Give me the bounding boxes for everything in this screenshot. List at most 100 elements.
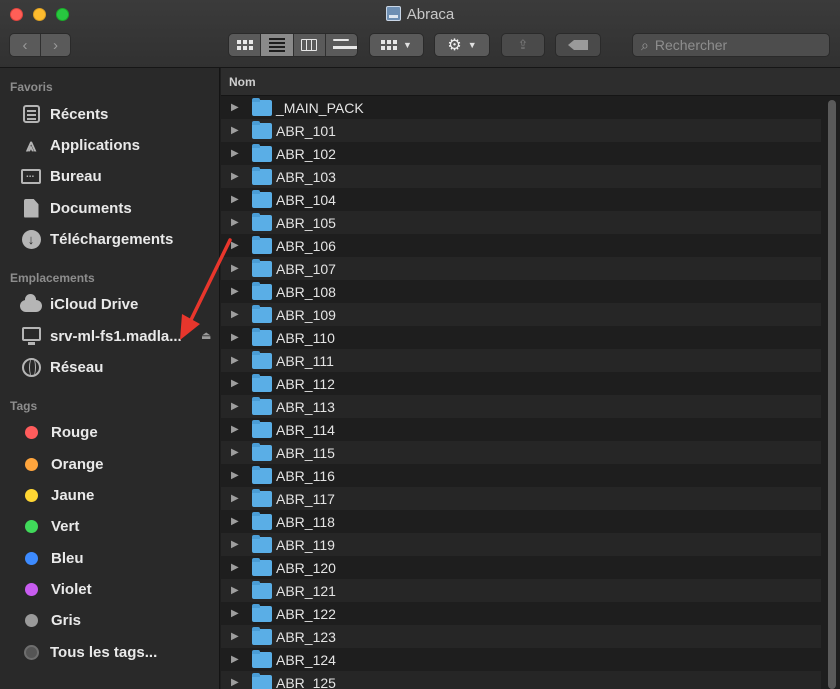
back-button[interactable]: ‹ [10, 34, 40, 56]
table-row[interactable]: ▶ ABR_118 [221, 510, 821, 533]
icon-view-button[interactable] [229, 34, 260, 56]
disclosure-triangle-icon[interactable]: ▶ [231, 677, 240, 688]
sidebar-tag-red[interactable]: Rouge [20, 420, 98, 444]
share-button[interactable]: ⇪ [501, 33, 545, 57]
disclosure-triangle-icon[interactable]: ▶ [231, 125, 240, 136]
disclosure-triangle-icon[interactable]: ▶ [231, 148, 240, 159]
sidebar-item-label: Violet [51, 580, 92, 598]
folder-icon [252, 373, 272, 392]
disclosure-triangle-icon[interactable]: ▶ [231, 102, 240, 113]
disclosure-triangle-icon[interactable]: ▶ [231, 516, 240, 527]
table-row[interactable]: ▶ ABR_103 [221, 165, 821, 188]
window-title-text: Abraca [406, 6, 455, 23]
disclosure-triangle-icon[interactable]: ▶ [231, 171, 240, 182]
sidebar-item-applications[interactable]: ⩓ Applications [20, 133, 140, 157]
table-row[interactable]: ▶ ABR_114 [221, 418, 821, 441]
table-row[interactable]: ▶ ABR_123 [221, 625, 821, 648]
sidebar-tag-gray[interactable]: Gris [20, 608, 81, 632]
sidebar-item-network[interactable]: Réseau [20, 355, 103, 379]
disclosure-triangle-icon[interactable]: ▶ [231, 401, 240, 412]
file-rows: ▶ _MAIN_PACK ▶ ABR_101 ▶ ABR_102 ▶ ABR_103 ▶ ABR_… [221, 96, 840, 689]
disclosure-triangle-icon[interactable]: ▶ [231, 562, 240, 573]
sidebar-item-label: Téléchargements [50, 230, 174, 248]
disclosure-triangle-icon[interactable]: ▶ [231, 631, 240, 642]
sidebar-tag-purple[interactable]: Violet [20, 577, 92, 601]
icloud-icon [20, 294, 42, 312]
chevron-down-icon: ▼ [403, 40, 412, 50]
search-input[interactable] [654, 37, 825, 53]
sidebar-tag-orange[interactable]: Orange [20, 452, 104, 476]
sidebar-item-documents[interactable]: Documents [20, 196, 132, 220]
file-name: ABR_106 [276, 237, 336, 254]
table-row[interactable]: ▶ ABR_121 [221, 579, 821, 602]
table-row[interactable]: ▶ ABR_108 [221, 280, 821, 303]
table-row[interactable]: ▶ ABR_116 [221, 464, 821, 487]
sidebar-item-icloud[interactable]: iCloud Drive [20, 292, 138, 316]
table-row[interactable]: ▶ ABR_109 [221, 303, 821, 326]
folder-icon [252, 212, 272, 231]
action-menu-button[interactable]: ⚙ ▼ [434, 33, 490, 57]
sidebar-item-label: Bureau [50, 167, 102, 185]
group-by-button[interactable]: ▼ [369, 33, 424, 57]
table-row[interactable]: ▶ ABR_102 [221, 142, 821, 165]
disclosure-triangle-icon[interactable]: ▶ [231, 447, 240, 458]
table-row[interactable]: ▶ ABR_124 [221, 648, 821, 671]
gallery-view-button[interactable] [324, 34, 357, 56]
table-row[interactable]: ▶ ABR_107 [221, 257, 821, 280]
disclosure-triangle-icon[interactable]: ▶ [231, 355, 240, 366]
table-row[interactable]: ▶ ABR_105 [221, 211, 821, 234]
sidebar-tag-green[interactable]: Vert [20, 514, 79, 538]
table-row[interactable]: ▶ ABR_111 [221, 349, 821, 372]
file-name: ABR_124 [276, 651, 336, 668]
sidebar-item-server[interactable]: srv-ml-fs1.madla... [20, 324, 182, 348]
sidebar-item-desktop[interactable]: Bureau [20, 164, 102, 188]
file-name: ABR_110 [276, 329, 335, 346]
disclosure-triangle-icon[interactable]: ▶ [231, 608, 240, 619]
column-header-name[interactable]: Nom [221, 68, 840, 96]
folder-icon [252, 580, 272, 599]
table-row[interactable]: ▶ ABR_110 [221, 326, 821, 349]
sidebar-item-downloads[interactable]: ↓ Téléchargements [20, 227, 173, 251]
disclosure-triangle-icon[interactable]: ▶ [231, 493, 240, 504]
sidebar-tag-yellow[interactable]: Jaune [20, 483, 94, 507]
sidebar-item-label: Orange [51, 455, 104, 473]
table-row[interactable]: ▶ _MAIN_PACK [221, 96, 821, 119]
sidebar-tag-blue[interactable]: Bleu [20, 546, 84, 570]
table-row[interactable]: ▶ ABR_120 [221, 556, 821, 579]
table-row[interactable]: ▶ ABR_115 [221, 441, 821, 464]
disclosure-triangle-icon[interactable]: ▶ [231, 217, 240, 228]
sidebar-all-tags[interactable]: Tous les tags... [20, 640, 157, 664]
sidebar-item-label: Applications [50, 136, 141, 154]
table-row[interactable]: ▶ ABR_106 [221, 234, 821, 257]
disclosure-triangle-icon[interactable]: ▶ [231, 470, 240, 481]
list-view-button[interactable] [260, 34, 293, 56]
disclosure-triangle-icon[interactable]: ▶ [231, 654, 240, 665]
table-row[interactable]: ▶ ABR_122 [221, 602, 821, 625]
tag-button[interactable] [555, 33, 601, 57]
table-row[interactable]: ▶ ABR_117 [221, 487, 821, 510]
disclosure-triangle-icon[interactable]: ▶ [231, 194, 240, 205]
table-row[interactable]: ▶ ABR_112 [221, 372, 821, 395]
folder-icon [252, 120, 272, 139]
vertical-scrollbar[interactable] [828, 100, 836, 689]
sidebar-item-recents[interactable]: Récents [20, 102, 108, 126]
downloads-icon: ↓ [21, 229, 41, 249]
disclosure-triangle-icon[interactable]: ▶ [231, 539, 240, 550]
table-row[interactable]: ▶ ABR_113 [221, 395, 821, 418]
column-view-button[interactable] [292, 34, 325, 56]
purple-tag-dot-icon [25, 582, 38, 596]
disclosure-triangle-icon[interactable]: ▶ [231, 424, 240, 435]
disclosure-triangle-icon[interactable]: ▶ [231, 378, 240, 389]
forward-button[interactable]: › [39, 34, 70, 56]
disclosure-triangle-icon[interactable]: ▶ [231, 585, 240, 596]
table-row[interactable]: ▶ ABR_101 [221, 119, 821, 142]
chevron-right-icon: › [52, 36, 58, 54]
network-icon [21, 357, 41, 377]
folder-icon [252, 97, 272, 116]
table-row[interactable]: ▶ ABR_119 [221, 533, 821, 556]
table-row[interactable]: ▶ ABR_104 [221, 188, 821, 211]
grid-view-icon [236, 40, 253, 50]
server-volume-icon [385, 6, 401, 21]
table-row[interactable]: ▶ ABR_125 [221, 671, 821, 689]
search-field[interactable]: ⌕ [632, 33, 830, 57]
